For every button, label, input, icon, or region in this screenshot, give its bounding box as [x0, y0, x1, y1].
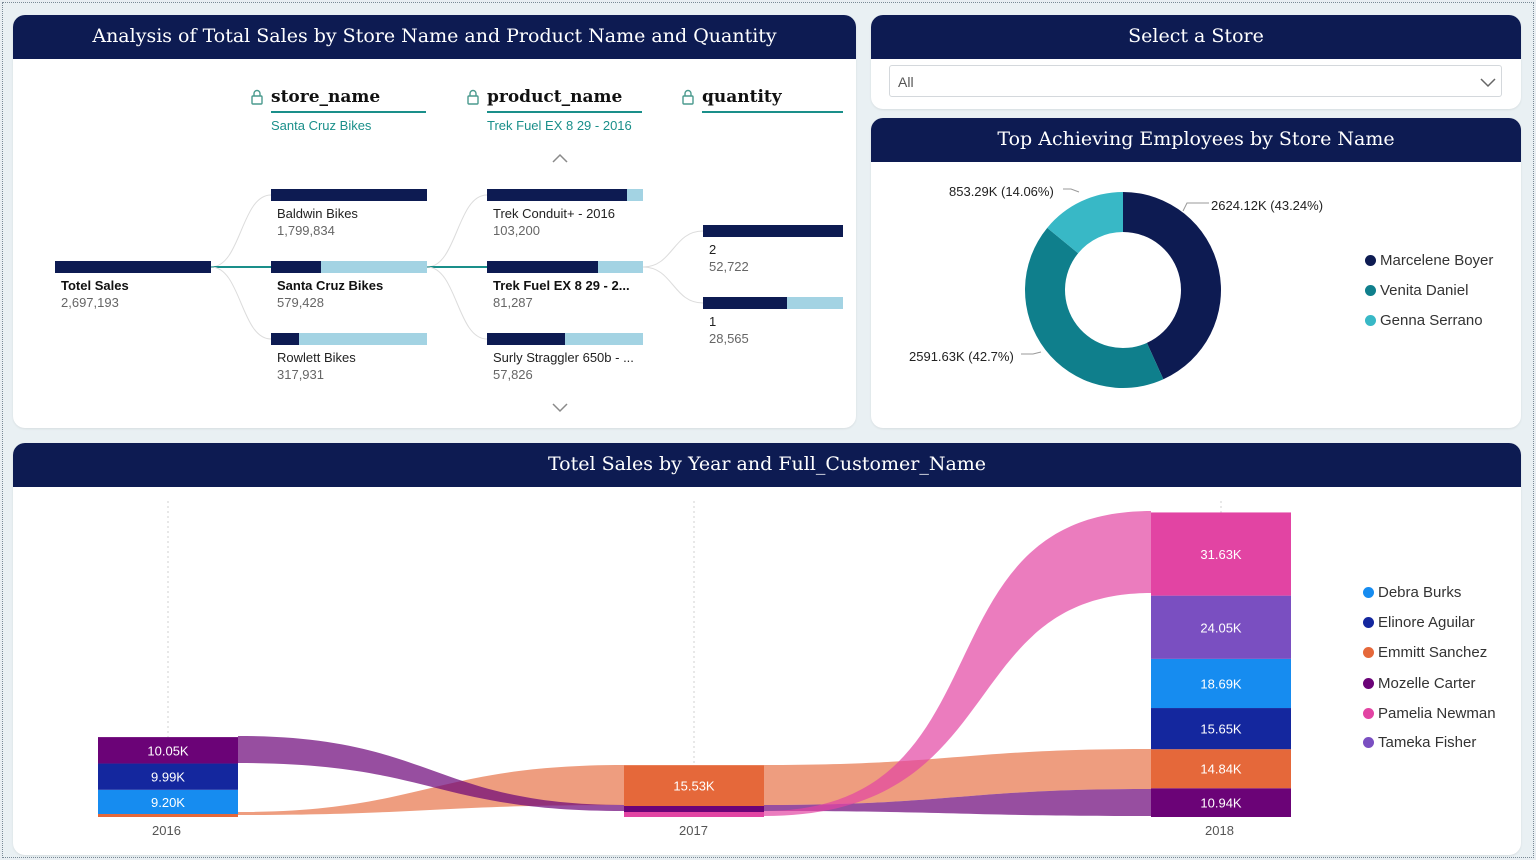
quantity-label-2: 2	[709, 242, 717, 257]
legend-label: Marcelene Boyer	[1380, 252, 1494, 269]
data-label: 14.84K	[1200, 762, 1242, 777]
product-value-trek-fuel: 81,287	[493, 295, 533, 310]
legend-label: Debra Burks	[1378, 584, 1462, 601]
legend-dot	[1363, 708, 1374, 719]
tree-connectors	[210, 194, 704, 340]
legend-item-emmitt[interactable]: Emmitt Sanchez	[1363, 644, 1487, 661]
slice-label-venita: 2591.63K (42.7%)	[909, 349, 1014, 364]
data-label: 15.65K	[1200, 722, 1242, 737]
legend-item-tameka[interactable]: Tameka Fisher	[1363, 734, 1476, 751]
slice-label-genna: 853.29K (14.06%)	[949, 184, 1054, 199]
x-axis-label-2016: 2016	[152, 823, 181, 838]
chevron-up-icon[interactable]	[551, 151, 569, 167]
data-label: 10.05K	[147, 743, 189, 758]
legend-label: Genna Serrano	[1380, 312, 1483, 329]
store-label-baldwin: Baldwin Bikes	[277, 206, 358, 221]
chevron-down-icon[interactable]	[1480, 76, 1496, 88]
legend-item-marcelene[interactable]: Marcelene Boyer	[1365, 252, 1493, 269]
legend-item-mozelle[interactable]: Mozelle Carter	[1363, 675, 1476, 692]
quantity-value-1: 28,565	[709, 331, 749, 346]
legend-label: Venita Daniel	[1380, 282, 1469, 299]
product-value-surly: 57,826	[493, 367, 533, 382]
store-value-rowlett: 317,931	[277, 367, 324, 382]
quantity-value-2: 52,722	[709, 259, 749, 274]
data-label: 9.99K	[151, 770, 185, 785]
slice-label-marcelene: 2624.12K (43.24%)	[1211, 198, 1324, 213]
store-dropdown[interactable]: All	[889, 65, 1502, 97]
product-label-trek-conduit: Trek Conduit+ - 2016	[493, 206, 616, 221]
store-bar-rowlett[interactable]	[271, 333, 427, 345]
x-axis-label-2017: 2017	[679, 823, 708, 838]
quantity-label-1: 1	[709, 314, 717, 329]
product-value-trek-conduit: 103,200	[493, 223, 540, 238]
legend-dot	[1363, 617, 1374, 628]
donut-chart[interactable]	[871, 118, 1521, 428]
legend-label: Elinore Aguilar	[1378, 614, 1475, 631]
legend-dot	[1363, 587, 1374, 598]
root-bar[interactable]	[55, 261, 211, 273]
data-label: 10.94K	[1200, 796, 1242, 811]
legend-dot	[1363, 647, 1374, 658]
store-label-rowlett: Rowlett Bikes	[277, 350, 356, 365]
data-label: 24.05K	[1200, 620, 1242, 635]
store-slicer-card: Select a Store All	[871, 15, 1521, 109]
donut-slice-venita[interactable]	[1025, 227, 1164, 388]
legend-item-venita[interactable]: Venita Daniel	[1365, 282, 1468, 299]
legend-label: Tameka Fisher	[1378, 734, 1477, 751]
product-bar-surly[interactable]	[487, 333, 643, 345]
product-bar-trek-fuel[interactable]	[487, 261, 643, 273]
store-bar-santa-cruz[interactable]	[271, 261, 427, 273]
store-value-santa-cruz: 579,428	[277, 295, 324, 310]
decomposition-tree-card[interactable]: Analysis of Total Sales by Store Name an…	[13, 15, 856, 428]
data-label: 15.53K	[673, 779, 715, 794]
legend-item-genna[interactable]: Genna Serrano	[1365, 312, 1483, 329]
legend-dot	[1365, 255, 1376, 266]
store-value-baldwin: 1,799,834	[277, 223, 335, 238]
data-label: 9.20K	[151, 795, 185, 810]
data-label: 18.69K	[1200, 676, 1242, 691]
store-bar-baldwin[interactable]	[271, 189, 427, 201]
ribbon-chart-card: Totel Sales by Year and Full_Customer_Na…	[13, 443, 1521, 855]
product-bar-trek-conduit[interactable]	[487, 189, 643, 201]
store-slicer-title: Select a Store	[871, 15, 1521, 59]
legend-dot	[1363, 737, 1374, 748]
segment-pamelia-2017[interactable]	[624, 812, 764, 817]
segment-emmitt-2016[interactable]	[98, 814, 238, 817]
employee-donut-card: Top Achieving Employees by Store Name 26…	[871, 118, 1521, 428]
data-label: 31.63K	[1200, 547, 1242, 562]
legend-dot	[1365, 315, 1376, 326]
legend-item-pamelia[interactable]: Pamelia Newman	[1363, 705, 1496, 722]
legend-item-elinore[interactable]: Elinore Aguilar	[1363, 614, 1475, 631]
root-value: 2,697,193	[61, 295, 119, 310]
segment-mozelle-2017[interactable]	[624, 806, 764, 812]
legend-dot	[1363, 678, 1374, 689]
legend-label: Pamelia Newman	[1378, 705, 1496, 722]
legend-dot	[1365, 285, 1376, 296]
product-label-surly: Surly Straggler 650b - ...	[493, 350, 634, 365]
root-label: Totel Sales	[61, 278, 129, 293]
product-label-trek-fuel: Trek Fuel EX 8 29 - 2...	[493, 278, 630, 293]
quantity-bar-2[interactable]	[703, 225, 843, 237]
quantity-bar-1[interactable]	[703, 297, 843, 309]
ribbon-chart[interactable]: 9.20K 9.99K 10.05K 15.53K 10.94K 14.84K 15.65K…	[13, 443, 1521, 855]
legend-item-debra[interactable]: Debra Burks	[1363, 584, 1461, 601]
legend-label: Emmitt Sanchez	[1378, 644, 1488, 661]
store-dropdown-value: All	[898, 74, 914, 90]
chevron-down-icon[interactable]	[551, 401, 569, 417]
x-axis-label-2018: 2018	[1205, 823, 1234, 838]
store-label-santa-cruz: Santa Cruz Bikes	[277, 278, 384, 293]
report-canvas: Analysis of Total Sales by Store Name an…	[2, 2, 1534, 858]
legend-label: Mozelle Carter	[1378, 675, 1476, 692]
